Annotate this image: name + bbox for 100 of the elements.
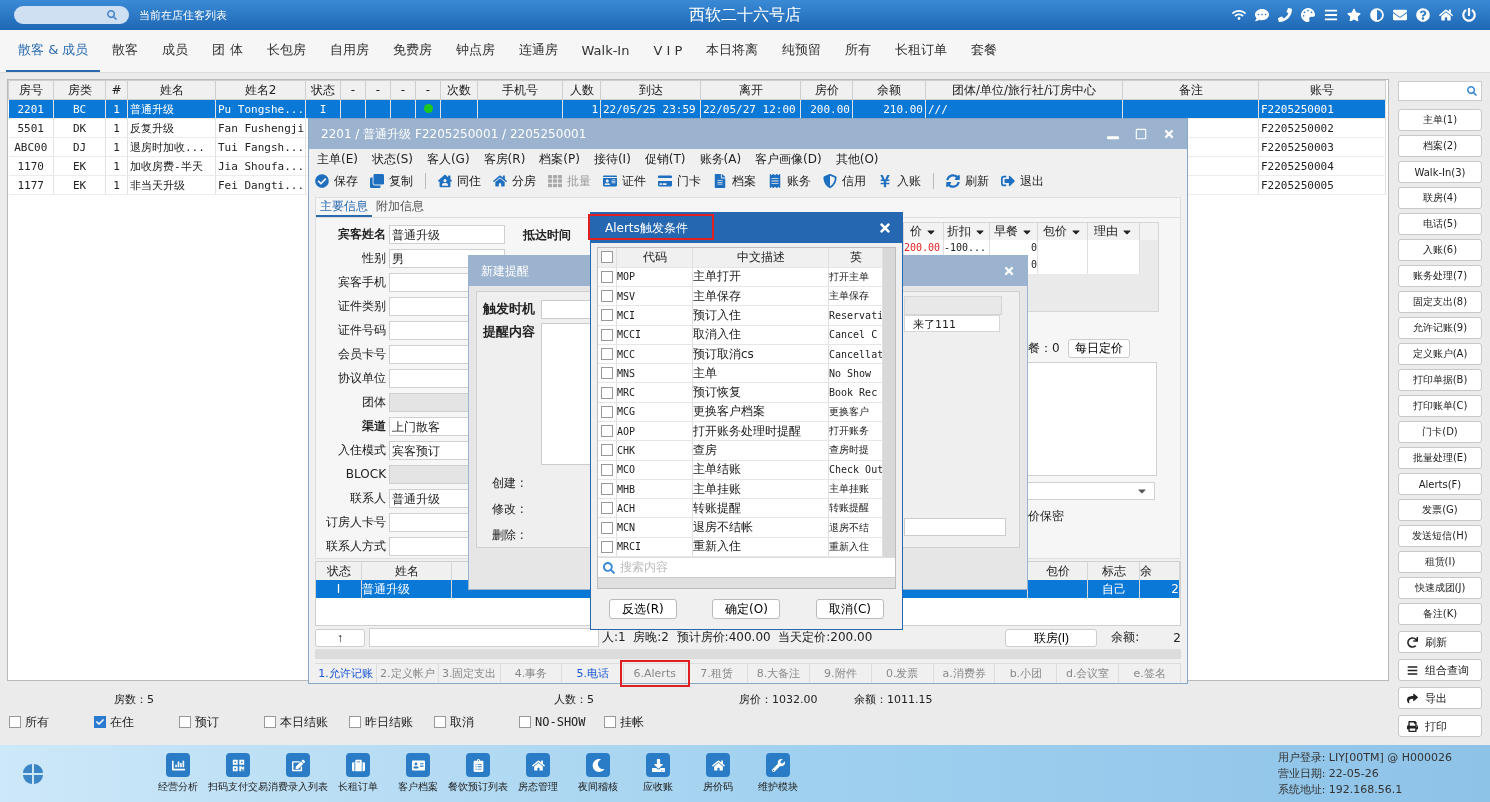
toolbar-button[interactable]: 同住 <box>438 172 481 190</box>
menu-icon[interactable] <box>1324 8 1338 22</box>
tab[interactable]: 纯预留 <box>770 30 834 72</box>
checkbox[interactable] <box>601 444 613 457</box>
toolbar-button[interactable]: 退出 <box>1001 172 1044 190</box>
checkbox[interactable] <box>9 716 21 728</box>
mail-icon[interactable] <box>1393 8 1407 22</box>
module-label[interactable]: 扫码支付交易 <box>208 780 268 794</box>
action-button[interactable]: 定义账户(A) <box>1398 343 1482 365</box>
up-button[interactable]: ↑ <box>315 628 365 647</box>
menu-item[interactable]: 促销(T) <box>644 150 686 168</box>
action-button[interactable]: 租赁(I) <box>1398 551 1482 573</box>
toolbar-button[interactable]: 档案 <box>713 172 756 190</box>
tab[interactable]: 1.允许记账 <box>315 663 377 683</box>
tab[interactable]: 成员 <box>150 30 201 72</box>
module-label[interactable]: 消费录入列表 <box>268 780 328 794</box>
palette-icon[interactable] <box>1301 8 1315 22</box>
checkbox[interactable] <box>601 405 613 418</box>
checkbox[interactable] <box>434 716 446 728</box>
home-icon[interactable] <box>1439 8 1453 22</box>
checkbox[interactable] <box>179 716 191 728</box>
action-button[interactable]: 联房(4) <box>1398 187 1482 209</box>
tab[interactable]: 免费房 <box>380 30 444 72</box>
toolbar-button[interactable]: 门卡 <box>658 172 701 190</box>
action-button[interactable]: 主单(1) <box>1398 109 1482 131</box>
wifi-icon[interactable] <box>1232 8 1246 22</box>
checkbox[interactable] <box>601 463 613 476</box>
wrench-icon[interactable] <box>766 753 790 777</box>
action-button[interactable]: 组合查询 <box>1398 659 1482 681</box>
close-icon[interactable] <box>878 221 892 235</box>
toolbar-button[interactable]: 信用 <box>823 172 866 190</box>
scrollbar[interactable] <box>598 577 895 588</box>
checkbox[interactable] <box>601 270 613 283</box>
dialog-button[interactable]: 取消(C) <box>816 599 885 619</box>
edit-icon[interactable] <box>286 753 310 777</box>
checkbox[interactable] <box>601 425 613 438</box>
action-button[interactable]: 固定支出(8) <box>1398 291 1482 313</box>
tab[interactable]: 本日将离 <box>694 30 771 72</box>
action-button[interactable]: 电话(5) <box>1398 213 1482 235</box>
checkbox[interactable] <box>349 716 361 728</box>
module-label[interactable]: 客户档案 <box>398 780 438 794</box>
checkbox[interactable] <box>601 309 613 322</box>
tab[interactable]: 钟点房 <box>443 30 507 72</box>
toolbar-button[interactable]: 保存 <box>315 172 358 190</box>
menu-item[interactable]: 客户画像(D) <box>755 150 822 168</box>
input-field[interactable] <box>904 518 1006 536</box>
checkbox[interactable] <box>264 716 276 728</box>
toolbar-button[interactable]: 复制 <box>370 172 413 190</box>
tab[interactable]: 连通房 <box>506 30 570 72</box>
menu-item[interactable]: 账务(A) <box>699 150 742 168</box>
menu-item[interactable]: 档案(P) <box>539 150 580 168</box>
menu-item[interactable]: 客人(G) <box>426 150 470 168</box>
module-label[interactable]: 经营分析 <box>158 780 198 794</box>
module-label[interactable]: 维护模块 <box>758 780 798 794</box>
checkbox[interactable] <box>601 251 613 264</box>
checkbox[interactable] <box>601 367 613 380</box>
action-button[interactable]: 打印 <box>1398 715 1482 737</box>
module-label[interactable]: 夜间稽核 <box>578 780 618 794</box>
checkbox[interactable] <box>601 290 613 303</box>
contrast-icon[interactable] <box>1370 8 1384 22</box>
help-icon[interactable] <box>1416 8 1430 22</box>
module-label[interactable]: 长租订单 <box>338 780 378 794</box>
toolbar-button[interactable]: 刷新 <box>946 172 989 190</box>
checkbox[interactable] <box>519 716 531 728</box>
menu-item[interactable]: 客房(R) <box>483 150 526 168</box>
chart-icon[interactable] <box>166 753 190 777</box>
search-field[interactable] <box>1398 81 1482 101</box>
checkbox[interactable] <box>601 483 613 495</box>
scrollbar[interactable] <box>315 649 1181 659</box>
action-button[interactable]: 打印账单(C) <box>1398 395 1482 417</box>
scan-icon[interactable] <box>226 753 250 777</box>
tab[interactable]: 散客 <box>100 30 151 72</box>
action-button[interactable]: 入账(6) <box>1398 239 1482 261</box>
checkbox[interactable] <box>601 386 613 399</box>
module-label[interactable]: 餐饮预订列表 <box>448 780 508 794</box>
module-label[interactable]: 房价码 <box>703 780 733 794</box>
checkbox[interactable] <box>601 328 613 341</box>
tab[interactable]: 主要信息 <box>316 198 372 217</box>
tab[interactable]: 自用房 <box>317 30 381 72</box>
action-button[interactable]: 档案(2) <box>1398 135 1482 157</box>
star-icon[interactable] <box>1347 8 1361 22</box>
action-button[interactable]: Alerts(F) <box>1398 473 1482 495</box>
daily-rate-button[interactable]: 每日定价 <box>1067 338 1130 358</box>
tab[interactable]: 附加信息 <box>372 198 428 217</box>
moon-icon[interactable] <box>586 753 610 777</box>
input-field[interactable] <box>369 628 599 648</box>
action-button[interactable]: 备注(K) <box>1398 603 1482 625</box>
house-icon[interactable] <box>706 753 730 777</box>
contact-card-icon[interactable] <box>406 753 430 777</box>
tab[interactable]: 5.电话 <box>562 663 625 683</box>
search-field[interactable] <box>14 6 129 24</box>
checkbox[interactable] <box>94 716 106 728</box>
action-button[interactable]: 快速成团(J) <box>1398 577 1482 599</box>
tab[interactable]: 套餐 <box>959 30 1010 72</box>
action-button[interactable]: 刷新 <box>1398 631 1482 653</box>
action-button[interactable]: 允许记账(9) <box>1398 317 1482 339</box>
clipboard-icon[interactable] <box>466 753 490 777</box>
tab[interactable]: 散客 & 成员 <box>6 30 101 72</box>
menu-item[interactable]: 其他(O) <box>835 150 879 168</box>
tab[interactable]: 长包房 <box>254 30 318 72</box>
